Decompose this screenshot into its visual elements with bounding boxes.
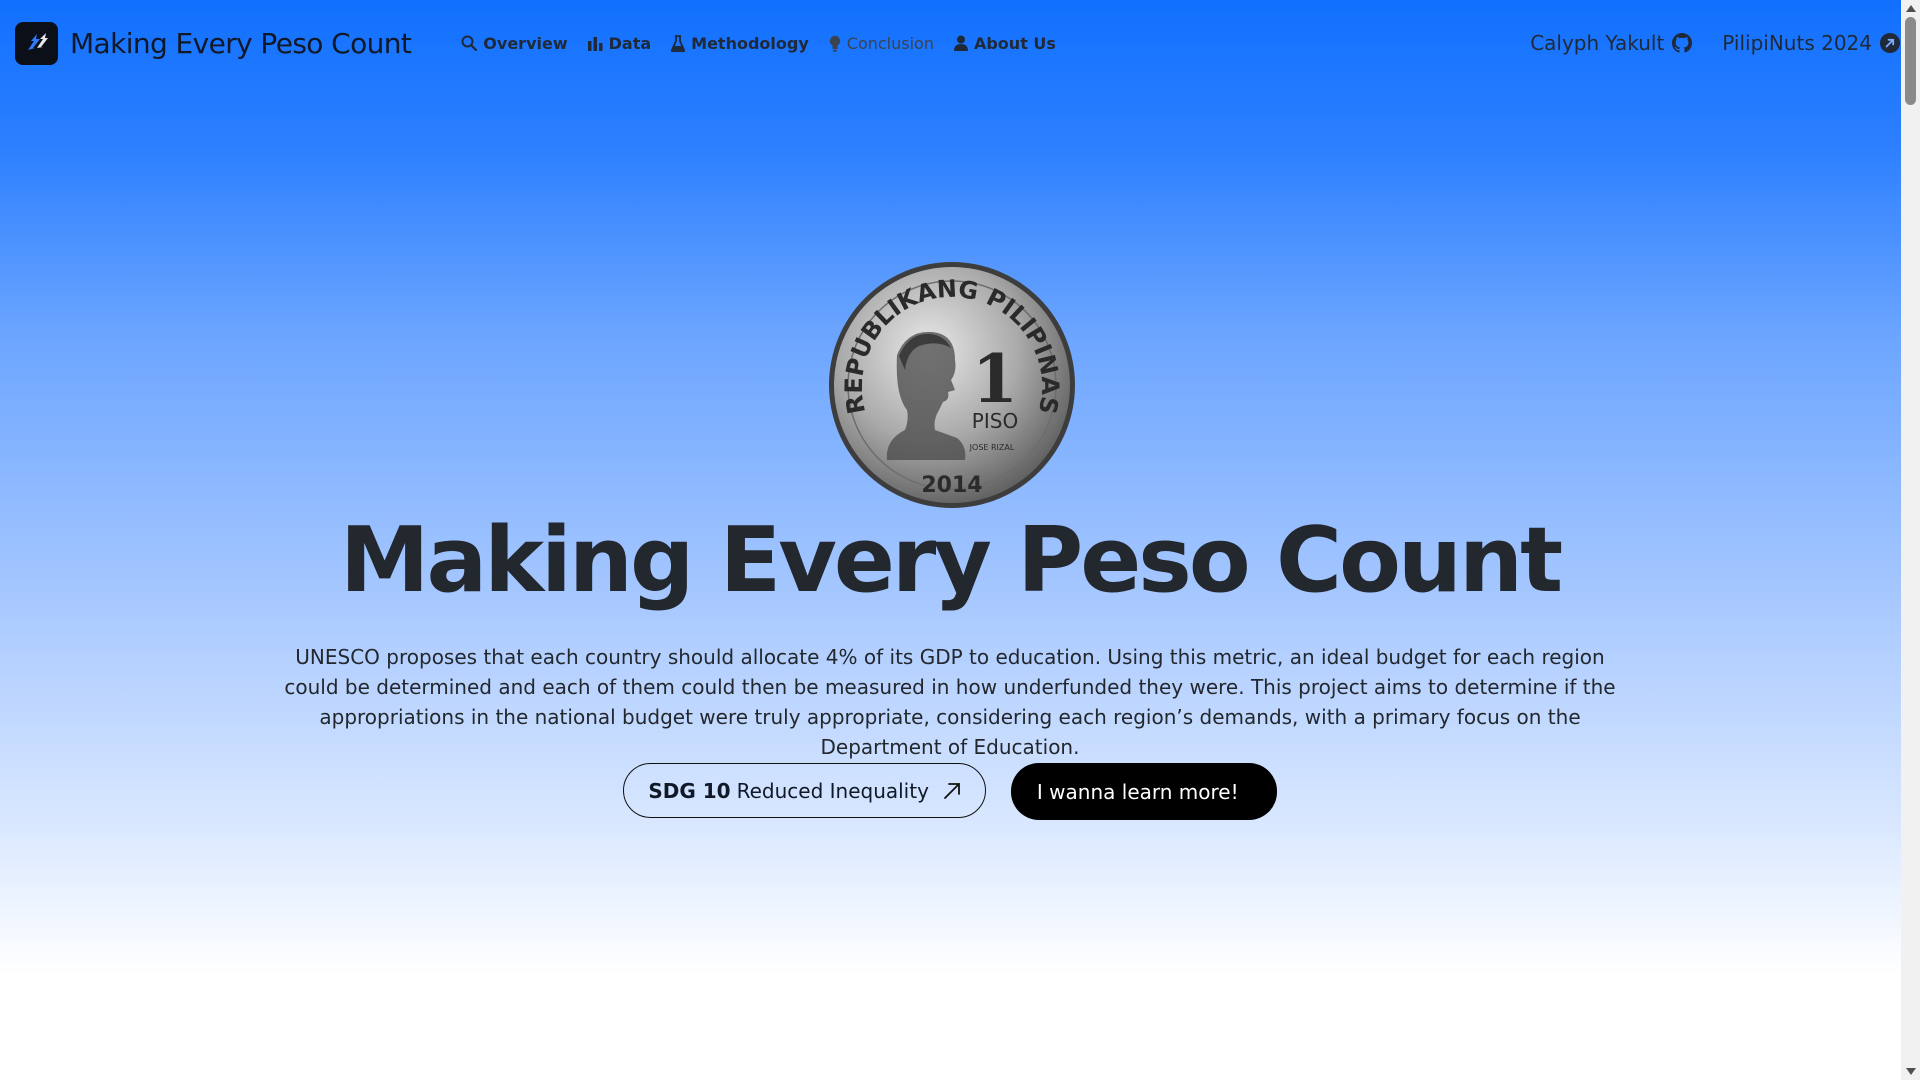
- sdg-10-text: Reduced Inequality: [736, 778, 929, 803]
- nav-about-us[interactable]: About Us: [953, 33, 1056, 53]
- coin-year: 2014: [921, 473, 982, 498]
- nav-overview[interactable]: Overview: [461, 33, 568, 53]
- nav-overview-label: Overview: [483, 33, 568, 53]
- coin-unit: PISO: [972, 409, 1018, 433]
- pilipinuts-link-label: PilipiNuts 2024: [1722, 31, 1872, 55]
- bar-chart-icon: [587, 37, 603, 51]
- github-icon: [1672, 33, 1693, 53]
- top-navbar: Making Every Peso Count Overview Data Me…: [0, 0, 1900, 86]
- learn-more-button[interactable]: I wanna learn more!: [1010, 763, 1277, 820]
- nav-data[interactable]: Data: [587, 33, 652, 53]
- peso-coin-image: REPUBLIKANG PILIPINAS 1 PISO JOSE RIZAL …: [829, 262, 1075, 508]
- arrow-up-right-icon: [944, 782, 960, 799]
- github-link-label: Calyph Yakult: [1530, 31, 1665, 55]
- user-icon: [953, 35, 968, 51]
- coin-portrait-name: JOSE RIZAL: [969, 443, 1015, 452]
- sdg-10-button[interactable]: SDG 10 Reduced Inequality: [623, 763, 986, 818]
- nav-about-us-label: About Us: [973, 33, 1056, 53]
- nav-methodology[interactable]: Methodology: [671, 34, 809, 53]
- brand-link[interactable]: Making Every Peso Count: [15, 21, 412, 65]
- coin-denomination: 1: [972, 340, 1018, 418]
- search-icon: [461, 35, 478, 51]
- header-right-links: Calyph Yakult PilipiNuts 2024: [1500, 31, 1900, 55]
- page-scrollbar[interactable]: [1901, 0, 1920, 1080]
- nav-conclusion[interactable]: Conclusion: [829, 34, 934, 53]
- nav-data-label: Data: [608, 33, 652, 53]
- hero-title: Making Every Peso Count: [339, 508, 1563, 613]
- scroll-up-arrow-icon[interactable]: [1901, 0, 1920, 17]
- sdg-10-label: SDG 10: [648, 778, 731, 803]
- nav-conclusion-label: Conclusion: [846, 33, 934, 53]
- lightbulb-icon: [829, 35, 840, 52]
- logo-icon: [15, 21, 58, 65]
- nav-methodology-label: Methodology: [691, 33, 809, 53]
- scroll-down-arrow-icon[interactable]: [1901, 1063, 1920, 1080]
- github-link[interactable]: Calyph Yakult: [1530, 31, 1693, 55]
- pilipinuts-link[interactable]: PilipiNuts 2024: [1722, 31, 1900, 55]
- main-nav: Overview Data Methodology Conclusion Abo…: [461, 34, 1076, 53]
- hero-description: UNESCO proposes that each country should…: [284, 645, 1616, 759]
- brand-title: Making Every Peso Count: [70, 26, 412, 60]
- external-link-icon: [1880, 33, 1900, 53]
- cta-row: SDG 10 Reduced Inequality I wanna learn …: [0, 763, 1900, 820]
- flask-icon: [671, 34, 686, 52]
- scrollbar-thumb[interactable]: [1905, 17, 1916, 105]
